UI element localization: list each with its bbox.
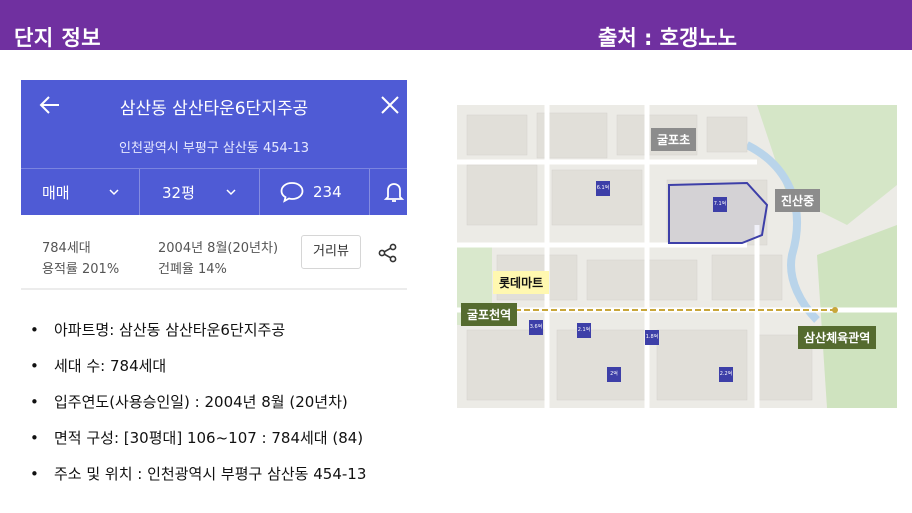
map-label-samsan-gym-station: 삼산체육관역 xyxy=(798,326,877,349)
price-pin[interactable]: 1.8억 xyxy=(645,330,659,345)
slide: 단지 정보 출처 : 호갱노노 삼산동 삼산타운6단지주공 인천광역시 부평구 … xyxy=(0,0,912,513)
location-map[interactable]: 굴포초 진산중 롯데마트 굴포천역 삼산체육관역 6.1억 7.1억 3.6억 … xyxy=(457,105,897,408)
map-label-lotte-mart: 롯데마트 xyxy=(493,271,550,294)
summary-list: 아파트명: 삼산동 삼산타운6단지주공 세대 수: 784세대 입주연도(사용승… xyxy=(30,318,366,498)
list-item: 면적 구성: [30평대] 106~107 : 784세대 (84) xyxy=(30,426,366,462)
comment-count: 234 xyxy=(313,183,342,201)
built-date: 2004년 8월(20년차) xyxy=(158,241,279,256)
coverage-ratio: 건폐율 14% xyxy=(158,262,227,277)
filter-divider xyxy=(259,169,260,215)
complex-address: 인천광역시 부평구 삼산동 454-13 xyxy=(118,141,309,156)
chevron-down-icon xyxy=(109,189,119,196)
comments-button[interactable]: 234 xyxy=(279,169,342,215)
map-label-gulpocheon-station: 굴포천역 xyxy=(461,303,518,326)
price-pin[interactable]: 3.6억 xyxy=(529,320,543,335)
floor-area-ratio: 용적률 201% xyxy=(42,262,120,277)
chevron-down-icon xyxy=(226,189,236,196)
list-item: 주소 및 위치 : 인천광역시 부평구 삼산동 454-13 xyxy=(30,462,366,498)
card-bottom-border xyxy=(21,288,407,290)
complex-name: 삼산동 삼산타운6단지주공 xyxy=(119,99,309,119)
households-value: 784세대 xyxy=(42,241,91,256)
price-pin[interactable]: 2.1억 xyxy=(577,323,591,338)
size-dropdown[interactable]: 32평 xyxy=(162,169,237,215)
filter-divider xyxy=(369,169,370,215)
list-item: 입주연도(사용승인일) : 2004년 8월 (20년차) xyxy=(30,390,366,426)
chat-bubble-icon xyxy=(280,182,304,203)
map-label-gulpo-elementary: 굴포초 xyxy=(651,128,697,151)
list-item: 세대 수: 784세대 xyxy=(30,354,366,390)
bell-icon[interactable] xyxy=(383,180,405,204)
map-label-jinsan-middle: 진산중 xyxy=(775,189,821,212)
source-text: 출처 : 호갱노노 xyxy=(598,26,737,50)
trade-type-label: 매매 xyxy=(42,183,70,202)
close-icon[interactable] xyxy=(379,94,401,116)
trade-type-dropdown[interactable]: 매매 xyxy=(42,169,120,215)
share-icon[interactable] xyxy=(377,242,399,264)
title-bar xyxy=(0,0,912,50)
list-item: 아파트명: 삼산동 삼산타운6단지주공 xyxy=(30,318,366,354)
price-pin[interactable]: 6.1억 xyxy=(596,181,610,196)
price-pin[interactable]: 2.2억 xyxy=(719,367,733,382)
slide-title: 단지 정보 xyxy=(14,26,102,50)
app-header: 삼산동 삼산타운6단지주공 인천광역시 부평구 삼산동 454-13 매매 32… xyxy=(21,80,407,215)
price-pin[interactable]: 2억 xyxy=(607,367,621,382)
road-view-button[interactable]: 거리뷰 xyxy=(301,235,361,269)
size-label: 32평 xyxy=(162,183,195,202)
app-screenshot-card: 삼산동 삼산타운6단지주공 인천광역시 부평구 삼산동 454-13 매매 32… xyxy=(21,80,407,290)
filter-divider xyxy=(139,169,140,215)
price-pin[interactable]: 7.1억 xyxy=(713,197,727,212)
